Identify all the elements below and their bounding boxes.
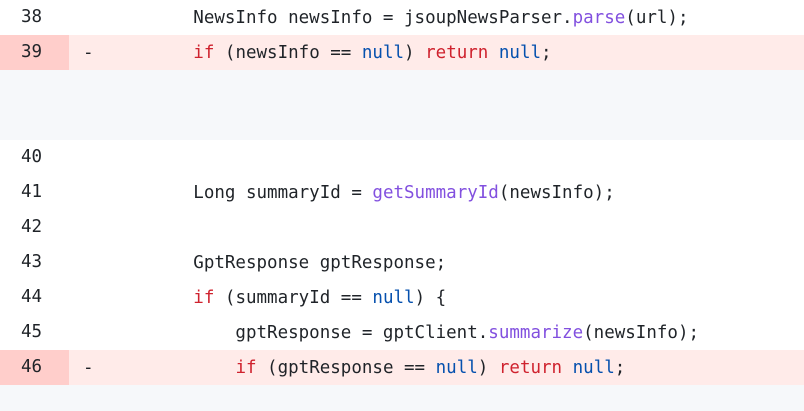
code-line: 45 gptResponse = gptClient.summarize(new…: [0, 315, 804, 350]
code-line: 40: [0, 140, 804, 175]
literal-token: null: [498, 42, 542, 63]
code-line: 41 Long summaryId = getSummaryId(newsInf…: [0, 175, 804, 210]
code-text: if (gptResponse == null) return null;: [109, 358, 625, 378]
code-text: gptResponse = gptClient.summarize(newsIn…: [109, 323, 699, 343]
function-token: getSummaryId: [372, 182, 499, 203]
function-token: parse: [572, 7, 626, 28]
deleted-code-line: 39- if (newsInfo == null) return null;: [0, 35, 804, 70]
line-number[interactable]: 43: [0, 245, 69, 280]
keyword-token: return: [425, 42, 489, 63]
line-number[interactable]: 39: [0, 35, 69, 70]
code-text: if (summaryId == null) {: [109, 288, 446, 308]
deleted-code-line: 46- if (gptResponse == null) return null…: [0, 350, 804, 385]
code-token: ): [477, 357, 499, 378]
code-token: GptResponse gptResponse;: [109, 252, 447, 273]
code-token: (newsInfo);: [498, 182, 615, 203]
code-line: 43 GptResponse gptResponse;: [0, 245, 804, 280]
code-line: 38 NewsInfo newsInfo = jsoupNewsParser.p…: [0, 0, 804, 35]
code-token: (newsInfo ==: [214, 42, 362, 63]
code-line: 42: [0, 210, 804, 245]
code-token: ) {: [414, 287, 447, 308]
code-token: (newsInfo);: [583, 322, 700, 343]
code-text: Long summaryId = getSummaryId(newsInfo);: [109, 182, 615, 203]
line-number[interactable]: 41: [0, 175, 69, 210]
code-token: ;: [541, 42, 552, 63]
line-number[interactable]: 42: [0, 210, 69, 245]
keyword-token: if: [193, 42, 215, 63]
hunk-gap-bottom: [0, 385, 804, 411]
code-line: 44 if (summaryId == null) {: [0, 280, 804, 315]
code-text: if (newsInfo == null) return null;: [109, 42, 552, 63]
code-token: NewsInfo newsInfo = jsoupNewsParser.: [109, 7, 573, 28]
hunk-gap: [0, 70, 804, 140]
literal-token: null: [435, 357, 478, 378]
code-token: Long summaryId =: [109, 182, 373, 203]
code-text: GptResponse gptResponse;: [109, 253, 446, 273]
literal-token: null: [572, 357, 615, 378]
line-number[interactable]: 44: [0, 280, 69, 315]
line-number[interactable]: 46: [0, 350, 69, 385]
diff-marker: -: [83, 357, 94, 378]
literal-token: null: [361, 42, 405, 63]
line-number[interactable]: 45: [0, 315, 69, 350]
code-token: ;: [614, 357, 626, 378]
code-token: (url);: [625, 7, 689, 28]
code-token: gptResponse = gptClient.: [109, 322, 489, 343]
code-token: (summaryId ==: [214, 287, 373, 308]
function-token: summarize: [488, 322, 584, 343]
line-number[interactable]: 40: [0, 140, 69, 175]
keyword-token: if: [235, 357, 257, 378]
code-token: ): [404, 42, 426, 63]
code-text: NewsInfo newsInfo = jsoupNewsParser.pars…: [109, 7, 689, 28]
keyword-token: if: [193, 287, 215, 308]
line-number[interactable]: 38: [0, 0, 69, 35]
diff-marker: -: [83, 42, 94, 63]
code-token: (gptResponse ==: [256, 357, 436, 378]
literal-token: null: [372, 287, 415, 308]
keyword-token: return: [498, 357, 563, 378]
